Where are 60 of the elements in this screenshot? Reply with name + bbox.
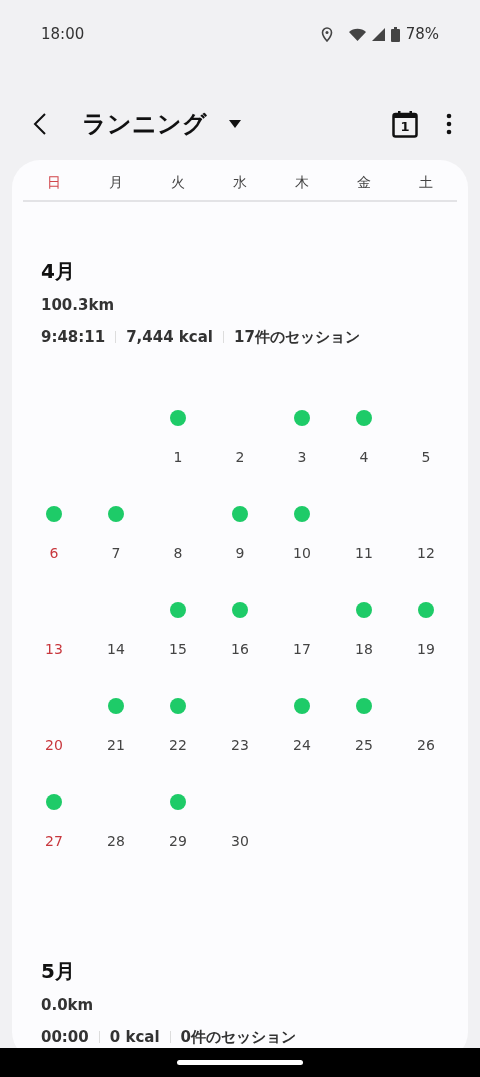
more-options-icon [446,113,452,135]
month-stat: 0 kcal [109,1027,160,1047]
calendar-day[interactable]: 16 [231,639,249,659]
calendar-day[interactable]: 19 [417,639,435,659]
calendar-day[interactable]: 12 [417,543,435,563]
month-stat: 7,444 kcal [126,327,213,347]
month-stat: 0件のセッション [180,1027,296,1047]
calendar-day[interactable]: 20 [45,735,63,755]
calendar-day[interactable]: 15 [169,639,187,659]
battery-icon [390,26,400,42]
month-distance: 0.0km [41,996,94,1014]
month-stat: 00:00 [41,1027,89,1047]
calendar-day[interactable]: 30 [231,831,249,851]
month-stat: 9:48:11 [41,327,106,347]
calendar-day[interactable]: 14 [107,639,125,659]
more-options-button[interactable] [446,113,452,135]
calendar-day[interactable]: 3 [297,447,307,467]
calendar-day[interactable]: 21 [107,735,125,755]
calendar-day[interactable]: 6 [49,543,59,563]
calendar-button[interactable]: 1 [392,110,418,138]
calendar-day[interactable]: 1 [173,447,183,467]
month-title: 5月 [41,959,75,983]
calendar-day[interactable]: 26 [417,735,435,755]
month-distance: 100.3km [41,296,115,314]
calendar-day[interactable]: 27 [45,831,63,851]
weekday-label: 金 [357,174,371,190]
weekday-label: 火 [171,174,185,190]
calendar-day[interactable]: 8 [173,543,183,563]
calendar-day[interactable]: 5 [421,447,431,467]
weekday-label: 日 [47,174,61,190]
signal-icon [371,27,385,41]
calendar-day[interactable]: 11 [355,543,373,563]
weekday-label: 月 [109,174,123,190]
location-icon [320,26,333,42]
calendar-day[interactable]: 24 [293,735,311,755]
activity-dropdown[interactable]: ランニング [82,106,241,142]
calendar-day[interactable]: 25 [355,735,373,755]
status-time: 18:00 [41,23,85,45]
month-title: 4月 [41,259,75,283]
calendar-day[interactable]: 29 [169,831,187,851]
calendar-day[interactable]: 7 [111,543,121,563]
calendar-day[interactable]: 9 [235,543,245,563]
calendar-day[interactable]: 23 [231,735,249,755]
calendar-day[interactable]: 17 [293,639,311,659]
calendar-day[interactable]: 13 [45,639,63,659]
wifi-icon [348,27,366,41]
calendar-day[interactable]: 28 [107,831,125,851]
battery-percent: 78% [405,23,439,45]
calendar-icon [392,110,418,138]
back-icon [33,113,47,135]
weekday-label: 土 [419,174,433,190]
calendar-day[interactable]: 4 [359,447,369,467]
calendar-day[interactable]: 10 [293,543,311,563]
calendar-day[interactable]: 22 [169,735,187,755]
month-stat: 17件のセッション [234,327,360,347]
calendar-day[interactable]: 2 [235,447,245,467]
weekday-label: 水 [233,174,247,190]
calendar-day[interactable]: 18 [355,639,373,659]
weekday-label: 木 [295,174,309,190]
dropdown-caret-icon [229,120,241,128]
